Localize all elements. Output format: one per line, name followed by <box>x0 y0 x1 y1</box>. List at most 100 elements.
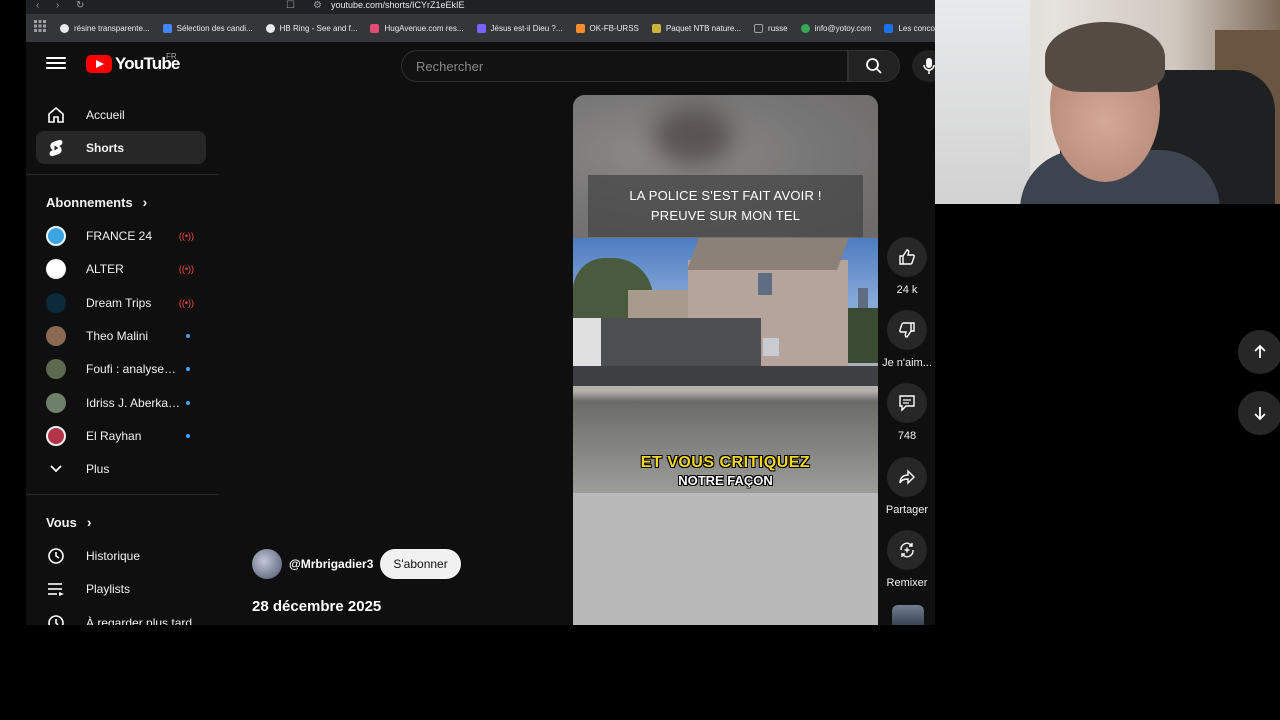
bookmark-label: HB Ring - See and f... <box>279 23 358 33</box>
remix-icon <box>900 542 914 558</box>
bookmark-item[interactable]: OK-FB-URSS <box>575 23 639 33</box>
youtube-app: YouTube FR Rechercher Accueil Shorts Abo… <box>26 42 935 625</box>
browser-toolbar: ‹ › ↻ ☐ ⚙ youtube.com/shorts/ICYrZ1eEkIE <box>26 0 935 14</box>
bookmark-star-icon[interactable]: ☐ <box>286 0 295 11</box>
remix-button[interactable]: Remixer <box>882 530 932 589</box>
comments-button[interactable]: 748 <box>882 383 932 442</box>
bookmark-label: info@yotoy.com <box>814 23 872 33</box>
divider <box>26 494 218 495</box>
subscription-item-theo-malini[interactable]: Theo Malini <box>36 319 206 352</box>
channel-avatar <box>46 425 66 446</box>
subscription-item-idriss-aberkane[interactable]: Idriss J. Aberkane <box>36 386 206 419</box>
sidebar-item-history[interactable]: Historique <box>36 539 206 572</box>
search-icon <box>866 58 882 74</box>
apps-grid-icon[interactable] <box>34 19 46 37</box>
road-shadow <box>573 366 878 386</box>
bookmark-item[interactable]: Jésus est-il Dieu ?... <box>476 23 563 33</box>
sidebar-item-shorts[interactable]: Shorts <box>36 131 206 164</box>
sidebar-item-label: Historique <box>86 548 141 563</box>
subscription-label: FRANCE 24 <box>86 228 153 243</box>
sidebar-item-accueil[interactable]: Accueil <box>36 98 206 131</box>
subtitle-line-2: NOTRE FAÇON <box>678 473 773 488</box>
masthead: YouTube FR Rechercher <box>26 42 935 88</box>
reload-icon[interactable]: ↻ <box>76 0 84 11</box>
back-icon[interactable]: ‹ <box>36 0 39 11</box>
bookmark-item[interactable]: russe <box>754 23 788 33</box>
search-input[interactable]: Rechercher <box>401 50 848 82</box>
divider <box>26 174 218 175</box>
bookmark-item[interactable]: Paquet NTB nature... <box>651 23 741 33</box>
dislike-button[interactable]: Je n'aim... <box>882 310 932 369</box>
menu-icon[interactable] <box>46 54 66 74</box>
site-info-icon[interactable]: ⚙ <box>313 0 322 11</box>
video-caption-text: LA POLICE S'EST FAIT AVOIR ! PREUVE SUR … <box>629 188 822 223</box>
voice-search-button[interactable] <box>912 50 935 82</box>
subscription-item-alter[interactable]: ALTER ((•)) <box>36 252 206 285</box>
channel-name[interactable]: @Mrbrigadier3 <box>289 557 373 571</box>
webcam-overlay <box>935 0 1280 204</box>
share-button[interactable]: Partager <box>882 457 932 516</box>
bookmark-item[interactable]: info@yotoy.com <box>800 23 872 33</box>
folder-icon <box>754 23 764 33</box>
sidebar-item-watch-later[interactable]: À regarder plus tard <box>36 606 206 625</box>
short-video-player[interactable]: LA POLICE S'EST FAIT AVOIR ! PREUVE SUR … <box>573 95 878 625</box>
video-lower-area <box>573 493 878 625</box>
sidebar-item-playlists[interactable]: Playlists <box>36 572 206 605</box>
new-content-dot <box>186 366 190 371</box>
bookmark-item[interactable]: HugAvenue.com res... <box>370 23 464 33</box>
comment-icon <box>899 395 915 412</box>
previous-short-button[interactable] <box>1238 330 1280 374</box>
share-label: Partager <box>885 504 929 516</box>
subscription-item-el-rayhan[interactable]: El Rayhan <box>36 419 206 452</box>
sidebar-item-label: Playlists <box>86 581 131 596</box>
sidebar-item-label: Accueil <box>86 107 125 122</box>
chevron-down-icon <box>46 459 66 479</box>
subscription-item-foufi[interactable]: Foufi : analyses ... <box>36 352 206 385</box>
subscribe-button[interactable]: S'abonner <box>380 549 461 579</box>
watch-later-icon <box>46 613 66 625</box>
bookmark-label: résine transparente... <box>74 23 150 33</box>
forward-icon[interactable]: › <box>56 0 59 11</box>
subscriptions-heading-label: Abonnements <box>46 194 133 210</box>
next-short-button[interactable] <box>1238 391 1280 435</box>
like-count: 24 k <box>896 284 918 296</box>
shorts-icon <box>46 138 66 158</box>
subscription-item-france24[interactable]: FRANCE 24 ((•)) <box>36 219 206 252</box>
chevron-right-icon: › <box>86 514 92 530</box>
subtitle-line-1: ET VOUS CRITIQUEZ <box>640 454 811 471</box>
bookmark-item[interactable]: HB Ring - See and f... <box>265 23 358 33</box>
video-caption-banner: LA POLICE S'EST FAIT AVOIR ! PREUVE SUR … <box>588 175 863 237</box>
subscription-item-dream-trips[interactable]: Dream Trips ((•)) <box>36 286 206 319</box>
channel-avatar[interactable] <box>252 549 282 579</box>
share-icon <box>899 469 915 485</box>
bookmark-favicon-icon <box>370 23 380 33</box>
sidebar-item-more[interactable]: Plus <box>36 452 206 485</box>
sidebar-item-label: Shorts <box>86 140 125 155</box>
bookmark-item[interactable]: Les concou <box>884 23 935 33</box>
channel-avatar <box>46 358 66 379</box>
region-code: FR <box>166 52 177 61</box>
webcam-person-hair <box>1045 22 1165 92</box>
bookmark-item[interactable]: Sélection des candi... <box>162 23 253 33</box>
bookmark-favicon-icon <box>800 23 810 33</box>
sidebar-item-label: À regarder plus tard <box>86 615 193 626</box>
bookmark-item[interactable]: résine transparente... <box>60 23 150 33</box>
playlists-icon <box>46 579 66 599</box>
like-button[interactable]: 24 k <box>882 237 932 296</box>
sound-thumbnail[interactable] <box>892 605 924 625</box>
thumbs-down-icon <box>899 322 915 338</box>
you-heading[interactable]: Vous › <box>46 514 92 530</box>
bookmark-favicon-icon <box>476 23 486 33</box>
subscription-label: Dream Trips <box>86 295 152 310</box>
video-subtitle: ET VOUS CRITIQUEZ NOTRE FAÇON <box>573 454 878 488</box>
live-icon: ((•)) <box>178 297 194 308</box>
search-placeholder: Rechercher <box>416 58 484 74</box>
new-content-dot <box>186 433 190 438</box>
subscription-label: ALTER <box>86 261 124 276</box>
thumbs-up-icon <box>899 249 915 265</box>
arrow-up-icon <box>1254 344 1266 358</box>
address-bar[interactable]: youtube.com/shorts/ICYrZ1eEkIE <box>331 0 465 10</box>
search-button[interactable] <box>848 50 900 82</box>
subscriptions-heading[interactable]: Abonnements › <box>46 194 147 210</box>
bookmark-favicon-icon <box>884 23 894 33</box>
